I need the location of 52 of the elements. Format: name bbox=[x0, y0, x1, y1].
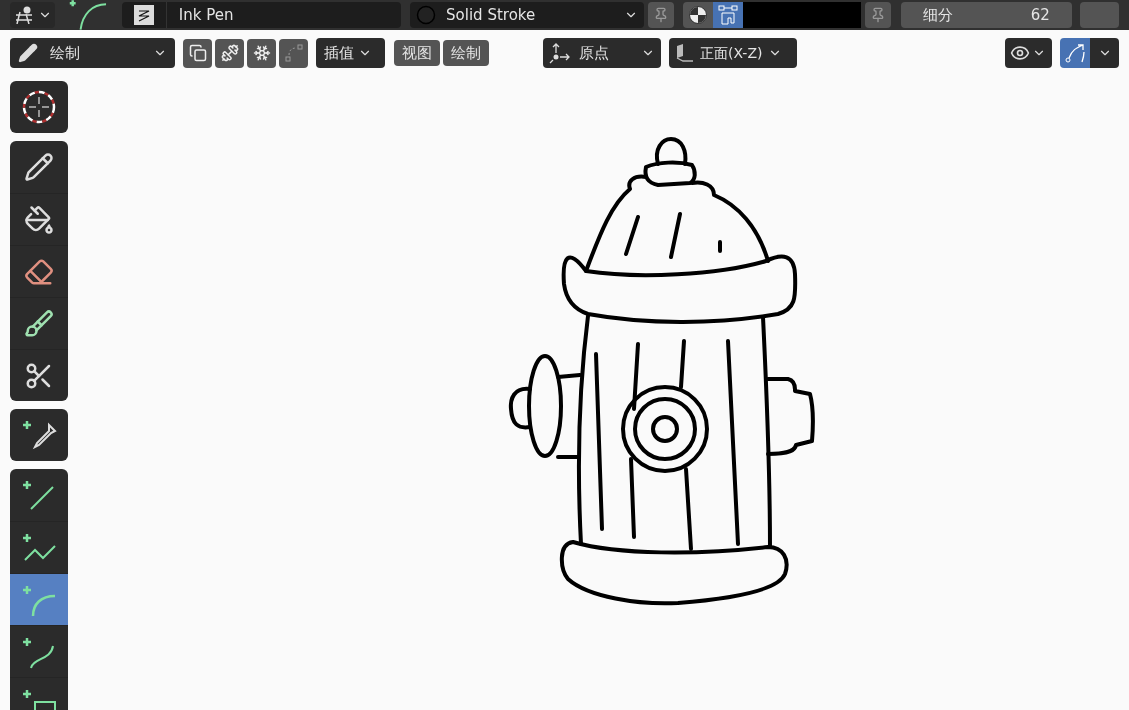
guides-dropdown[interactable] bbox=[1090, 38, 1119, 68]
tool-button[interactable] bbox=[10, 297, 68, 349]
tool-button[interactable] bbox=[10, 141, 68, 193]
tool-button[interactable] bbox=[10, 81, 68, 133]
brush-preview-icon bbox=[133, 5, 154, 25]
guides-toggle[interactable] bbox=[1060, 38, 1090, 68]
dumbbell-icon bbox=[220, 44, 239, 62]
stroke-nodes-icon bbox=[716, 4, 739, 26]
eye-icon bbox=[1010, 43, 1030, 63]
snowflake-icon bbox=[252, 44, 271, 62]
tool-button[interactable] bbox=[10, 469, 68, 521]
tool-button[interactable] bbox=[10, 349, 68, 401]
paint-bucket-icon bbox=[24, 204, 54, 235]
pencil-icon bbox=[18, 43, 38, 63]
brush-field[interactable]: Ink Pen bbox=[121, 2, 402, 28]
tripod-icon bbox=[13, 6, 34, 24]
sphere-icon bbox=[416, 5, 437, 25]
shading-ball-icon bbox=[687, 5, 708, 25]
option-button[interactable] bbox=[279, 38, 308, 68]
color-swatch[interactable] bbox=[742, 2, 861, 28]
pivot-icon bbox=[549, 42, 571, 64]
eraser-icon bbox=[24, 256, 54, 287]
mode-dropdown[interactable]: 绘制 bbox=[10, 38, 175, 68]
mode-menu-button[interactable] bbox=[10, 2, 56, 28]
menu-button[interactable]: 视图 bbox=[394, 40, 440, 66]
orientation-dropdown[interactable]: 正面(X-Z) bbox=[669, 38, 797, 68]
tool-button[interactable] bbox=[10, 193, 68, 245]
brush-icon bbox=[24, 308, 54, 339]
material-dropdown[interactable]: Solid Stroke bbox=[410, 2, 644, 28]
tool-button[interactable] bbox=[10, 625, 68, 677]
option-button[interactable] bbox=[215, 38, 244, 68]
tool-button[interactable] bbox=[10, 245, 68, 297]
brush-name: Ink Pen bbox=[165, 2, 234, 28]
subdivision-field[interactable]: 细分 62 bbox=[901, 2, 1072, 28]
interpolate-dropdown[interactable]: 插值 bbox=[316, 38, 385, 68]
toggle-button[interactable] bbox=[712, 2, 743, 28]
tool-button[interactable] bbox=[10, 409, 68, 461]
pin-button[interactable] bbox=[864, 2, 892, 28]
tool-button[interactable] bbox=[10, 521, 68, 573]
pencil-icon bbox=[24, 152, 54, 182]
plane-axes-icon bbox=[674, 43, 694, 63]
pivot-dropdown[interactable]: 原点 bbox=[543, 38, 661, 68]
option-button[interactable] bbox=[247, 38, 276, 68]
menu-button[interactable]: 绘制 bbox=[443, 40, 489, 66]
copy-icon bbox=[188, 44, 207, 62]
pin-button[interactable] bbox=[647, 2, 674, 28]
toggle-button[interactable] bbox=[682, 2, 713, 28]
cursor-icon bbox=[21, 89, 57, 125]
curve-arrow-icon bbox=[1064, 42, 1086, 64]
visibility-dropdown[interactable] bbox=[1005, 38, 1052, 68]
option-button[interactable] bbox=[183, 38, 212, 68]
dashed-curve-icon bbox=[284, 44, 303, 62]
